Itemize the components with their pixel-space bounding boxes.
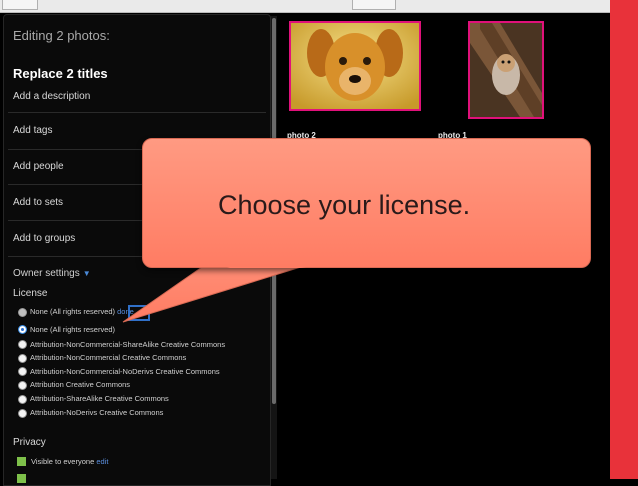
callout-tail-join <box>218 264 326 268</box>
callout-text: Choose your license. <box>218 190 471 220</box>
